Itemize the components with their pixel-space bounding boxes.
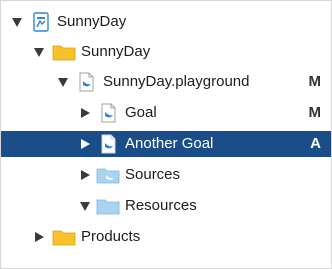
navigator-row-products[interactable]: Products [1, 224, 331, 250]
navigator-row-project[interactable]: SunnyDay [1, 9, 331, 35]
scm-status-badge: M [308, 73, 322, 90]
disclosure-collapsed-icon[interactable] [79, 107, 91, 119]
yellow-folder-icon [52, 42, 76, 62]
project-name-label: SunnyDay [57, 13, 127, 30]
navigator-row-group-sunnyday[interactable]: SunnyDay [1, 39, 331, 65]
swift-page-file-icon [98, 103, 118, 123]
disclosure-collapsed-icon[interactable] [33, 231, 45, 243]
blue-folder-icon [96, 165, 120, 185]
navigator-row-goal[interactable]: Goal M [1, 100, 331, 126]
navigator-row-another-goal[interactable]: Another Goal A [1, 131, 331, 157]
scm-status-badge: A [310, 135, 321, 152]
navigator-row-resources[interactable]: Resources [1, 193, 331, 219]
playground-name-label: SunnyDay.playground [103, 73, 250, 90]
disclosure-expanded-icon[interactable] [79, 200, 91, 212]
xcode-project-icon [31, 12, 51, 32]
page-name-label: Another Goal [125, 135, 214, 152]
page-name-label: Goal [125, 104, 157, 121]
yellow-folder-icon [52, 227, 76, 247]
project-navigator: SunnyDay SunnyDay SunnyDay.playground M [0, 0, 332, 269]
disclosure-collapsed-icon[interactable] [79, 169, 91, 181]
disclosure-collapsed-icon[interactable] [79, 138, 91, 150]
swift-page-file-icon [98, 134, 118, 154]
swift-playground-file-icon [76, 72, 96, 92]
navigator-row-playground[interactable]: SunnyDay.playground M [1, 69, 331, 95]
folder-name-label: Sources [125, 166, 181, 183]
disclosure-expanded-icon[interactable] [11, 16, 23, 28]
disclosure-expanded-icon[interactable] [33, 46, 45, 58]
blue-folder-icon [96, 196, 120, 216]
scm-status-badge: M [308, 104, 322, 121]
group-name-label: Products [81, 228, 141, 245]
folder-name-label: Resources [125, 197, 197, 214]
navigator-row-sources[interactable]: Sources [1, 162, 331, 188]
disclosure-expanded-icon[interactable] [57, 76, 69, 88]
group-name-label: SunnyDay [81, 43, 151, 60]
